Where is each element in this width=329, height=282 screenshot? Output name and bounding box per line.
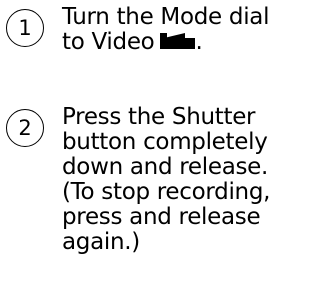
step-number-2: 2 [6, 109, 44, 147]
step-1-suffix: . [195, 29, 203, 55]
step-number-1: 1 [6, 9, 44, 47]
step-1-text: Turn the Mode dial to Video . [62, 5, 269, 58]
step-2-line-3: down and release. [62, 154, 269, 180]
step-2: 2 Press the Shutter button completely do… [6, 105, 270, 255]
step-2-line-2: button completely [62, 129, 268, 155]
step-2-text: Press the Shutter button completely down… [62, 105, 270, 255]
step-2-line-5: press and release [62, 204, 261, 230]
step-1-line-1: Turn the Mode dial [62, 4, 270, 30]
step-1-line-2: to Video . [62, 30, 269, 58]
step-1-line-2-text: to Video [62, 29, 155, 55]
step-2-line-6: again.) [62, 229, 140, 255]
step-1: 1 Turn the Mode dial to Video . [6, 5, 269, 58]
step-2-line-4: (To stop recording, [62, 179, 271, 205]
step-2-line-1: Press the Shutter [62, 104, 256, 130]
video-camera-icon [160, 30, 196, 58]
